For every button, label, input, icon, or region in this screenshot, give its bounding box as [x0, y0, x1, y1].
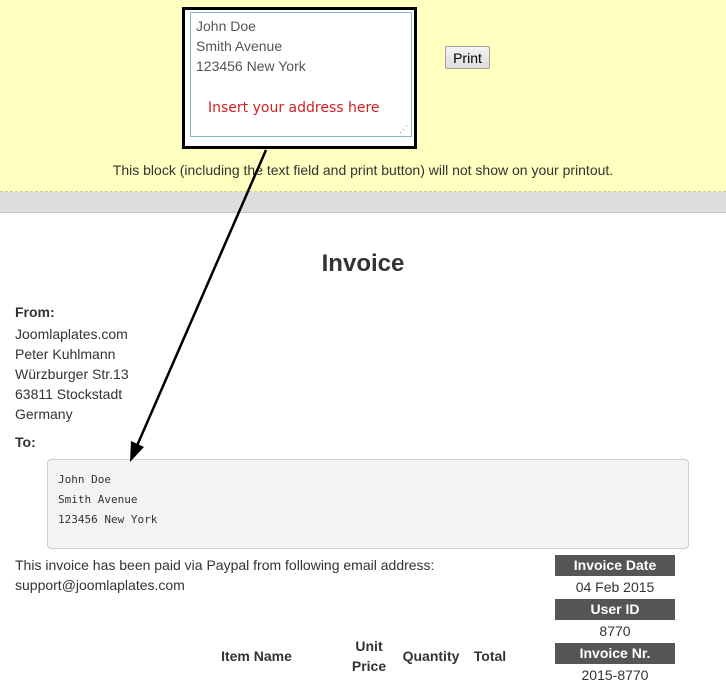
to-label: To:: [15, 434, 36, 450]
column-header-unit-price: Unit Price: [344, 636, 394, 676]
invoice-date-label: Invoice Date: [555, 555, 675, 576]
address-line: 123456 New York: [196, 58, 306, 74]
from-label: From:: [15, 304, 55, 320]
from-line: Joomlaplates.com: [15, 326, 128, 342]
invoice-nr-label: Invoice Nr.: [555, 643, 675, 664]
print-block: John Doe Smith Avenue 123456 New York ⋰ …: [0, 0, 726, 192]
column-header-unit-price-line: Unit: [355, 638, 383, 654]
address-line: Smith Avenue: [196, 38, 283, 54]
column-header-unit-price-line: Price: [351, 658, 387, 674]
column-header-item-name: Item Name: [221, 648, 292, 664]
user-id-value: 8770: [599, 623, 631, 639]
from-line: Würzburger Str.13: [15, 366, 129, 382]
resize-grip-icon[interactable]: ⋰: [399, 125, 408, 134]
to-line: 123456 New York: [58, 513, 158, 526]
invoice-title: Invoice: [321, 250, 405, 277]
print-button[interactable]: Print: [445, 46, 490, 69]
payment-email: support@joomlaplates.com: [15, 577, 185, 593]
address-highlight-frame: John Doe Smith Avenue 123456 New York ⋰ …: [182, 7, 417, 149]
from-line: Peter Kuhlmann: [15, 346, 116, 362]
column-header-quantity: Quantity: [402, 648, 460, 664]
invoice-nr-value: 2015-8770: [581, 667, 649, 683]
invoice-date-value: 04 Feb 2015: [575, 579, 655, 595]
print-block-note: This block (including the text field and…: [112, 162, 614, 178]
invoice-meta: Invoice Date 04 Feb 2015 User ID 8770 In…: [555, 555, 675, 687]
payment-note: This invoice has been paid via Paypal fr…: [15, 555, 434, 595]
address-hint: Insert your address here: [208, 100, 380, 116]
column-header-total: Total: [473, 648, 507, 664]
from-line: 63811 Stockstadt: [15, 386, 123, 402]
address-textarea[interactable]: John Doe Smith Avenue 123456 New York ⋰: [190, 12, 412, 137]
payment-note-text: This invoice has been paid via Paypal fr…: [15, 557, 435, 573]
to-line: John Doe: [58, 473, 111, 486]
to-line: Smith Avenue: [58, 493, 138, 506]
to-address-box: John Doe Smith Avenue 123456 New York: [47, 459, 689, 549]
user-id-label: User ID: [555, 599, 675, 620]
address-line: John Doe: [196, 18, 256, 34]
divider-strip: [0, 192, 726, 213]
from-line: Germany: [15, 406, 73, 422]
from-address: Joomlaplates.com Peter Kuhlmann Würzburg…: [15, 324, 129, 424]
